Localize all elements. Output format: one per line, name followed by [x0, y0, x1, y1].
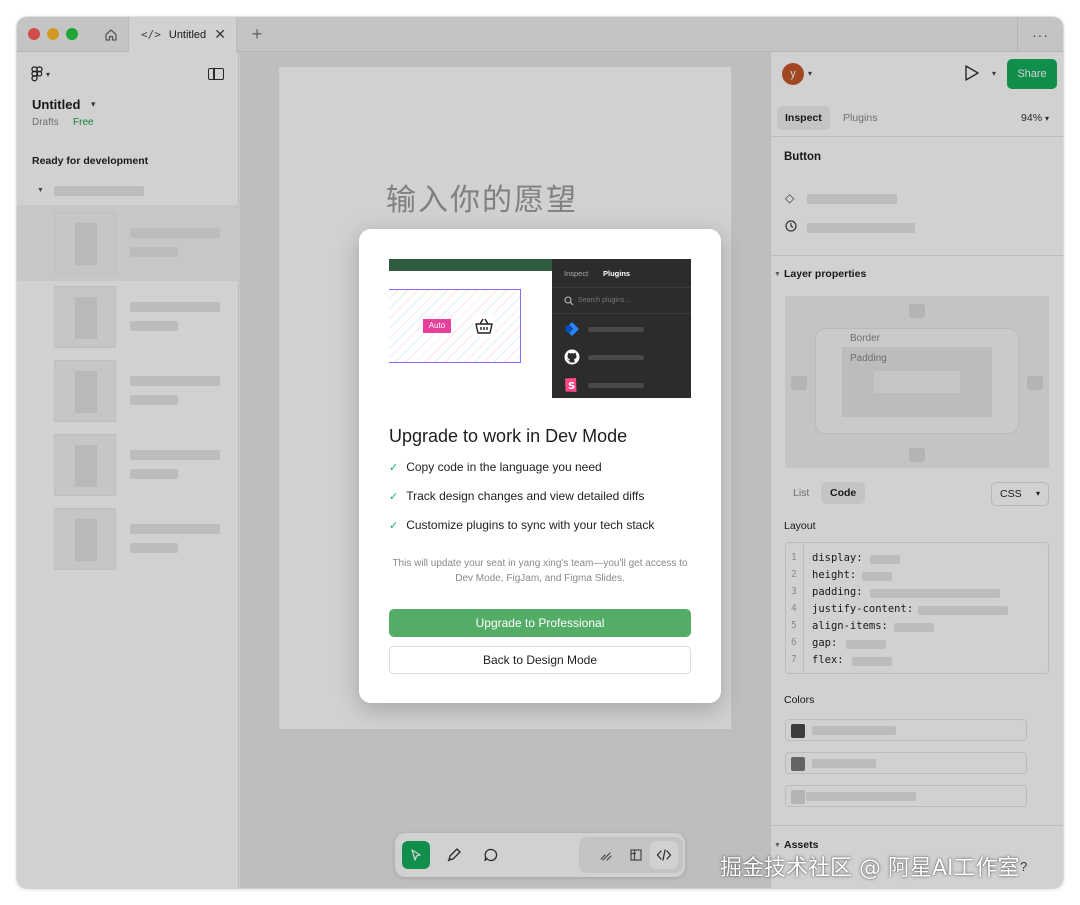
skeleton-placeholder — [588, 355, 644, 360]
illustration-canvas: Auto — [389, 271, 553, 398]
feature-item: ✓ Track design changes and view detailed … — [389, 489, 644, 503]
check-icon: ✓ — [389, 491, 399, 503]
upgrade-to-professional-button[interactable]: Upgrade to Professional — [389, 609, 691, 637]
seat-note: This will update your seat in yang xing'… — [392, 558, 688, 584]
illustration-plugin-row — [564, 321, 664, 337]
dev-mode-illustration: Auto Inspect Plugins Search plugins... S — [389, 259, 691, 398]
illustration-tab-plugins: Plugins — [603, 269, 631, 278]
github-icon — [564, 349, 580, 365]
check-icon: ✓ — [389, 462, 399, 474]
auto-layout-tag: Auto — [423, 319, 451, 333]
illustration-search: Search plugins... — [552, 287, 691, 314]
illustration-plugin-panel: Inspect Plugins Search plugins... S — [552, 259, 691, 398]
feature-item: ✓ Copy code in the language you need — [389, 460, 602, 474]
feature-label: Customize plugins to sync with your tech… — [406, 518, 655, 532]
illustration-plugin-row — [564, 349, 664, 365]
skeleton-placeholder — [588, 383, 644, 388]
skeleton-placeholder — [588, 327, 644, 332]
feature-item: ✓ Customize plugins to sync with your tec… — [389, 518, 654, 532]
upgrade-dialog: Auto Inspect Plugins Search plugins... S… — [359, 229, 721, 703]
app-window: </> Untitled ✕ + ··· ▾ Untitled ▾ Drafts… — [17, 17, 1063, 888]
search-icon — [564, 296, 574, 306]
illustration-tab-inspect: Inspect — [564, 269, 589, 278]
feature-label: Track design changes and view detailed d… — [406, 489, 645, 503]
illustration-frame — [389, 289, 521, 398]
watermark: 掘金技术社区 @ 阿星AI工作室 — [720, 856, 1020, 881]
basket-icon — [473, 315, 495, 337]
illustration-plugin-row: S — [564, 377, 664, 393]
feature-label: Copy code in the language you need — [406, 460, 602, 474]
illustration-search-placeholder: Search plugins... — [578, 297, 631, 304]
back-to-design-mode-button[interactable]: Back to Design Mode — [389, 646, 691, 674]
storybook-icon: S — [565, 378, 577, 392]
check-icon: ✓ — [389, 520, 399, 532]
dialog-title: Upgrade to work in Dev Mode — [389, 426, 628, 446]
jira-icon — [565, 322, 579, 336]
illustration-frame-inner — [389, 362, 521, 398]
svg-text:S: S — [568, 381, 575, 392]
